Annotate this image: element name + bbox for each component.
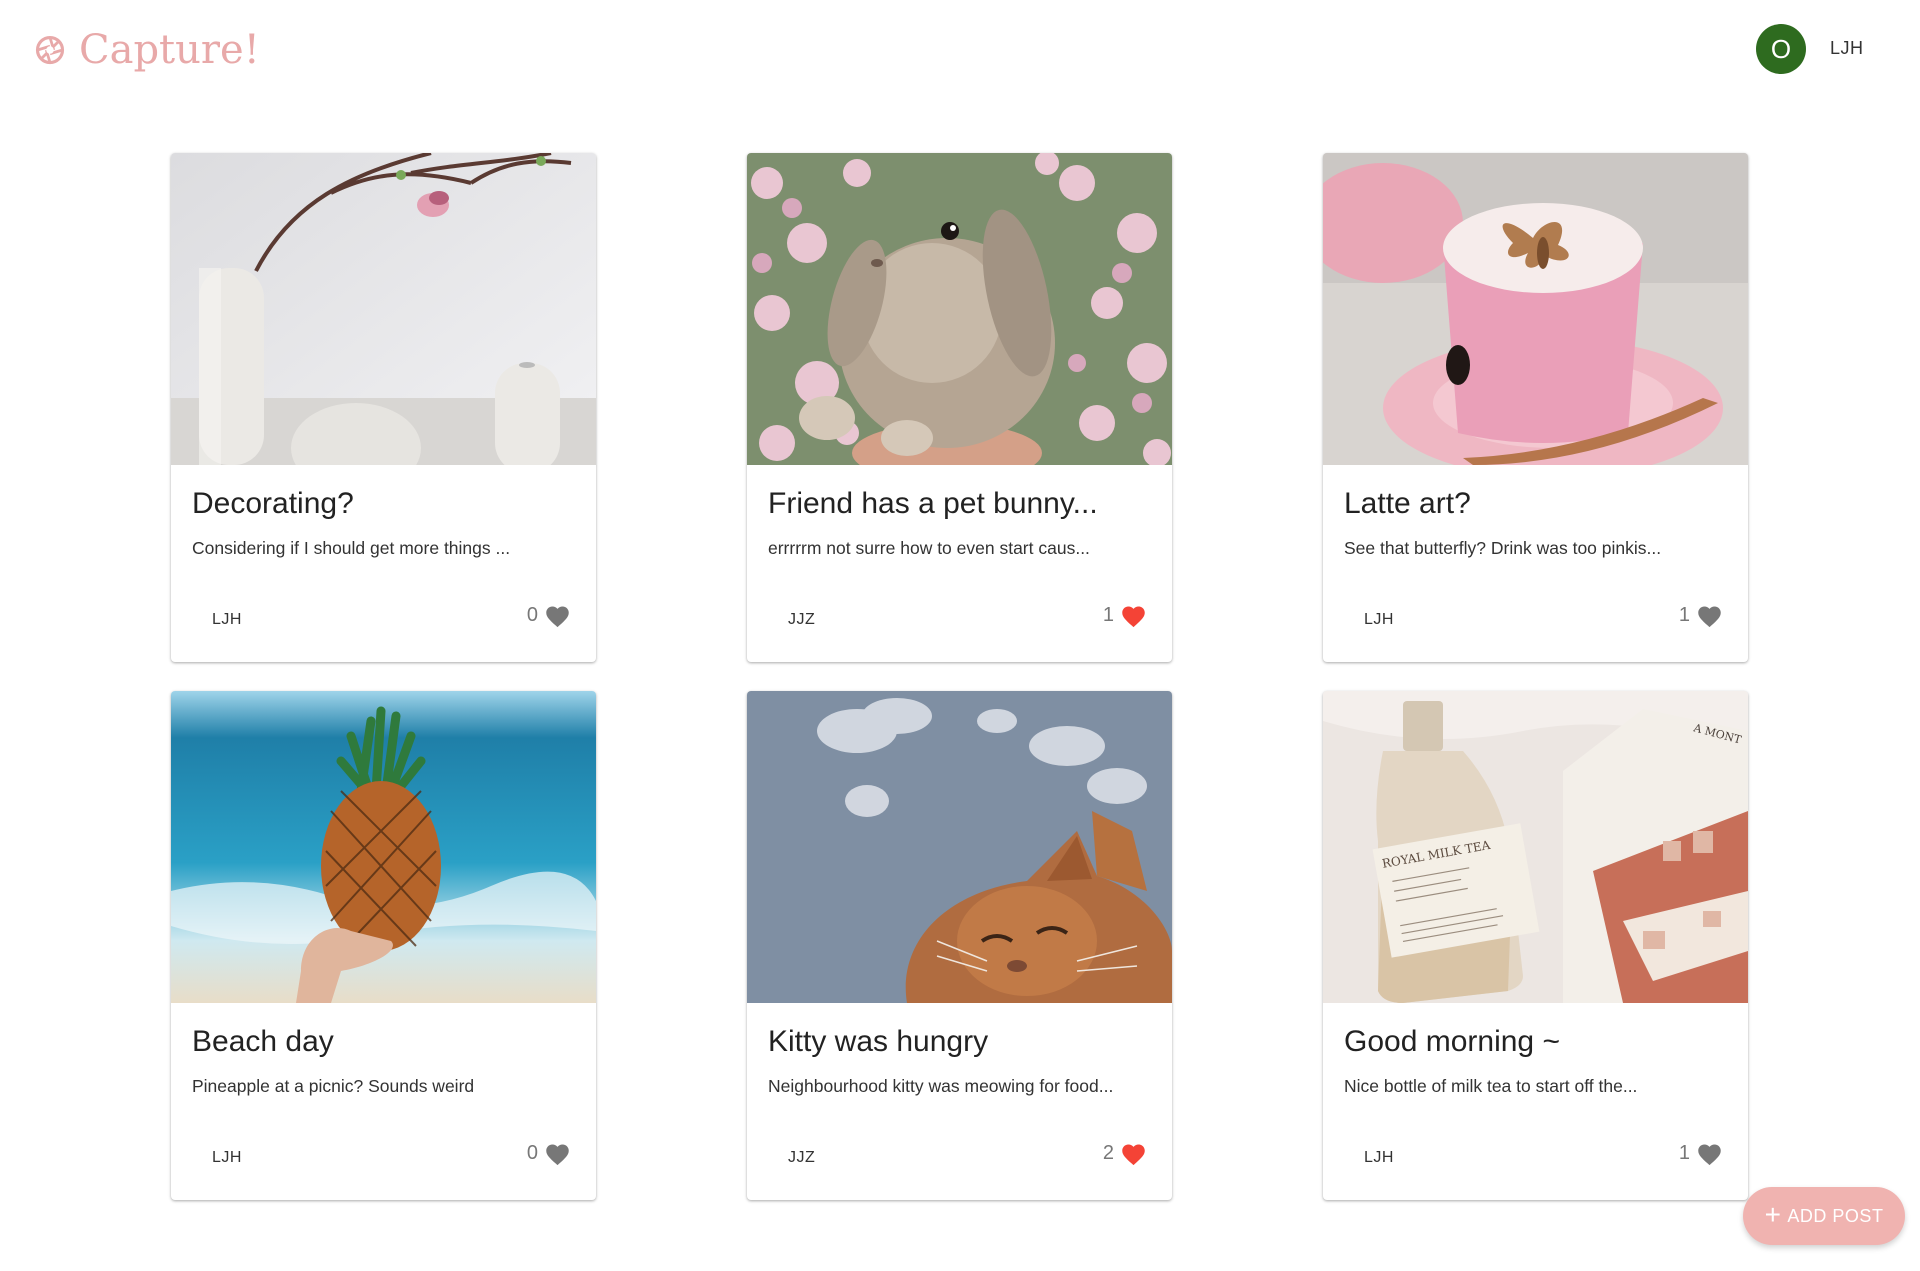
avatar[interactable]: O [1756,24,1806,74]
post-author: JJZ [788,611,816,628]
app-logo[interactable]: Capture! [35,24,260,76]
like-count: 1 [1678,604,1690,626]
post-author: LJH [212,611,242,628]
post-description: Nice bottle of milk tea to start off the… [1344,1076,1638,1096]
post-title: Beach day [192,1025,334,1058]
latte-photo [1323,153,1748,465]
post-card[interactable]: Kitty was hungry Neighbourhood kitty was… [747,691,1172,1200]
post-card[interactable]: ROYAL MILK TEA A MONT Good morning ~ Nic… [1323,691,1748,1200]
heart-icon[interactable] [1120,603,1147,628]
plus-icon: + [1764,1198,1782,1230]
post-image[interactable] [1323,153,1748,465]
milk-tea-photo: ROYAL MILK TEA A MONT [1323,691,1748,1003]
post-description: Neighbourhood kitty was meowing for food… [768,1076,1114,1096]
cat-photo [747,691,1172,1003]
app-name: Capture! [79,27,260,73]
post-title: Friend has a pet bunny... [768,487,1098,520]
like-control[interactable]: 1 [1103,603,1147,628]
like-count: 0 [526,1142,538,1164]
vases-photo [171,153,596,465]
post-card[interactable]: Decorating? Considering if I should get … [171,153,596,662]
post-author: LJH [1364,611,1394,628]
post-title: Latte art? [1344,487,1471,520]
post-author: JJZ [788,1149,816,1166]
heart-icon[interactable] [544,1141,571,1166]
post-author: LJH [212,1149,242,1166]
like-count: 1 [1102,604,1114,626]
aperture-icon [35,35,65,65]
like-count: 0 [526,604,538,626]
post-title: Good morning ~ [1344,1025,1560,1058]
like-control[interactable]: 2 [1103,1141,1147,1166]
post-title: Kitty was hungry [768,1025,989,1058]
post-image[interactable] [171,691,596,1003]
app-header: Capture! O LJH [0,0,1920,100]
post-card[interactable]: Beach day Pineapple at a picnic? Sounds … [171,691,596,1200]
like-control[interactable]: 1 [1679,1141,1723,1166]
like-control[interactable]: 1 [1679,603,1723,628]
post-card[interactable]: Latte art? See that butterfly? Drink was… [1323,153,1748,662]
like-count: 1 [1678,1142,1690,1164]
post-author: LJH [1364,1149,1394,1166]
post-description: Considering if I should get more things … [192,538,511,558]
heart-icon[interactable] [1696,603,1723,628]
post-description: errrrrm not surre how to even start caus… [768,538,1090,558]
post-title: Decorating? [192,487,354,520]
post-image[interactable] [747,691,1172,1003]
add-post-label: ADD POST [1787,1205,1884,1226]
heart-icon[interactable] [1696,1141,1723,1166]
post-description: Pineapple at a picnic? Sounds weird [192,1076,475,1096]
like-control[interactable]: 0 [527,603,571,628]
post-card[interactable]: Friend has a pet bunny... errrrrm not su… [747,153,1172,662]
post-image[interactable] [171,153,596,465]
pineapple-photo [171,691,596,1003]
post-description: See that butterfly? Drink was too pinkis… [1344,538,1662,558]
add-post-button[interactable]: + ADD POST [1743,1187,1905,1245]
avatar-initial: O [1770,33,1792,64]
post-grid: Decorating? Considering if I should get … [171,153,1751,1203]
post-image[interactable] [747,153,1172,465]
bunny-photo [747,153,1172,465]
post-image[interactable]: ROYAL MILK TEA A MONT [1323,691,1748,1003]
heart-icon[interactable] [1120,1141,1147,1166]
like-control[interactable]: 0 [527,1141,571,1166]
like-count: 2 [1102,1142,1114,1164]
user-name[interactable]: LJH [1830,38,1864,59]
heart-icon[interactable] [544,603,571,628]
